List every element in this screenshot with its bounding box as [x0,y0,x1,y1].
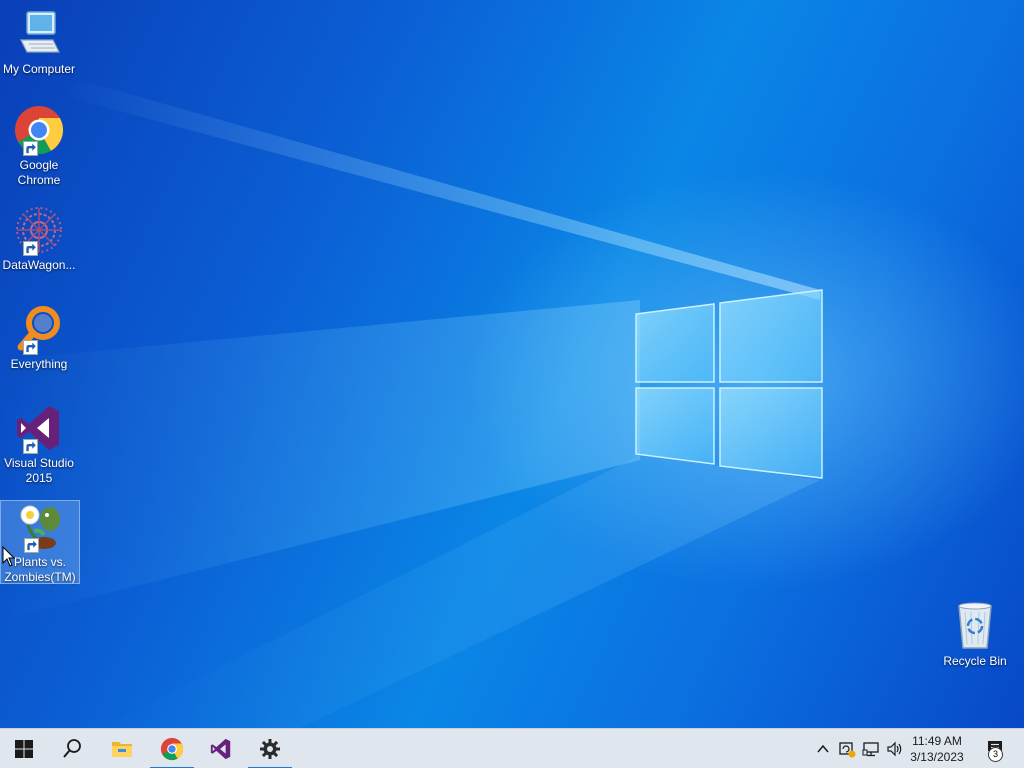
recycle-bin-icon [958,602,992,649]
file-explorer-button[interactable] [98,729,146,768]
clock-time: 11:49 AM [912,734,962,748]
clock-date: 3/13/2023 [910,750,964,764]
notification-count-badge: 3 [988,747,1003,762]
taskbar: 11:49 AM 3/13/2023 3 [0,728,1024,768]
chrome-icon [15,106,64,155]
desktop-icon-visual-studio-2015[interactable]: Visual Studio 2015 [0,402,78,486]
search-button[interactable] [48,729,96,768]
desktop-icon-label: Google Chrome [17,158,61,187]
desktop-icon-label: Visual Studio 2015 [4,456,74,485]
visual-studio-icon [210,738,231,760]
chevron-up-icon [817,744,829,753]
shortcut-arrow-icon [24,538,39,553]
visual-studio-icon [17,406,59,450]
network-icon [862,742,879,757]
chrome-icon [160,737,184,761]
windows-logo-wallpaper [635,289,823,479]
settings-taskbar-button[interactable] [246,729,294,768]
tray-security-button[interactable] [836,729,858,768]
action-center-button[interactable]: 3 [976,729,1016,768]
windows-start-icon [15,740,33,758]
desktop-icon-label: My Computer [2,62,76,76]
security-alert-icon [839,742,856,758]
folder-icon [112,742,132,757]
tray-network-button[interactable] [860,729,882,768]
plants-vs-zombies-icon [20,505,60,549]
datawagon-icon [16,207,62,253]
desktop-icon-label: DataWagon... [2,258,76,272]
shortcut-arrow-icon [23,141,38,156]
desktop-icon-label: Recycle Bin [943,654,1007,668]
chrome-taskbar-button[interactable] [148,729,196,768]
show-hidden-icons-button[interactable] [812,729,834,768]
wallpaper-light-beams [0,80,820,728]
search-icon [63,739,81,758]
visual-studio-taskbar-button[interactable] [197,729,245,768]
desktop-icon-datawagon[interactable]: DataWagon... [0,204,78,273]
start-button[interactable] [0,729,48,768]
gear-icon [260,739,280,759]
desktop[interactable]: My Computer Google Chrome DataWagon... E… [0,0,1024,728]
desktop-icon-recycle-bin[interactable]: Recycle Bin [936,600,1014,669]
desktop-icon-my-computer[interactable]: My Computer [0,8,78,77]
desktop-icon-label: Everything [10,357,68,371]
everything-search-icon [17,306,60,351]
shortcut-arrow-icon [23,439,38,454]
shortcut-arrow-icon [23,340,38,355]
shortcut-arrow-icon [23,241,38,256]
mouse-pointer-icon [2,546,16,567]
computer-icon [20,11,60,53]
desktop-icon-plants-vs-zombies[interactable]: Plants vs. Zombies(TM) [0,500,80,584]
desktop-icon-everything[interactable]: Everything [0,303,78,372]
taskbar-clock[interactable]: 11:49 AM 3/13/2023 [902,733,972,765]
desktop-icon-google-chrome[interactable]: Google Chrome [0,104,78,188]
